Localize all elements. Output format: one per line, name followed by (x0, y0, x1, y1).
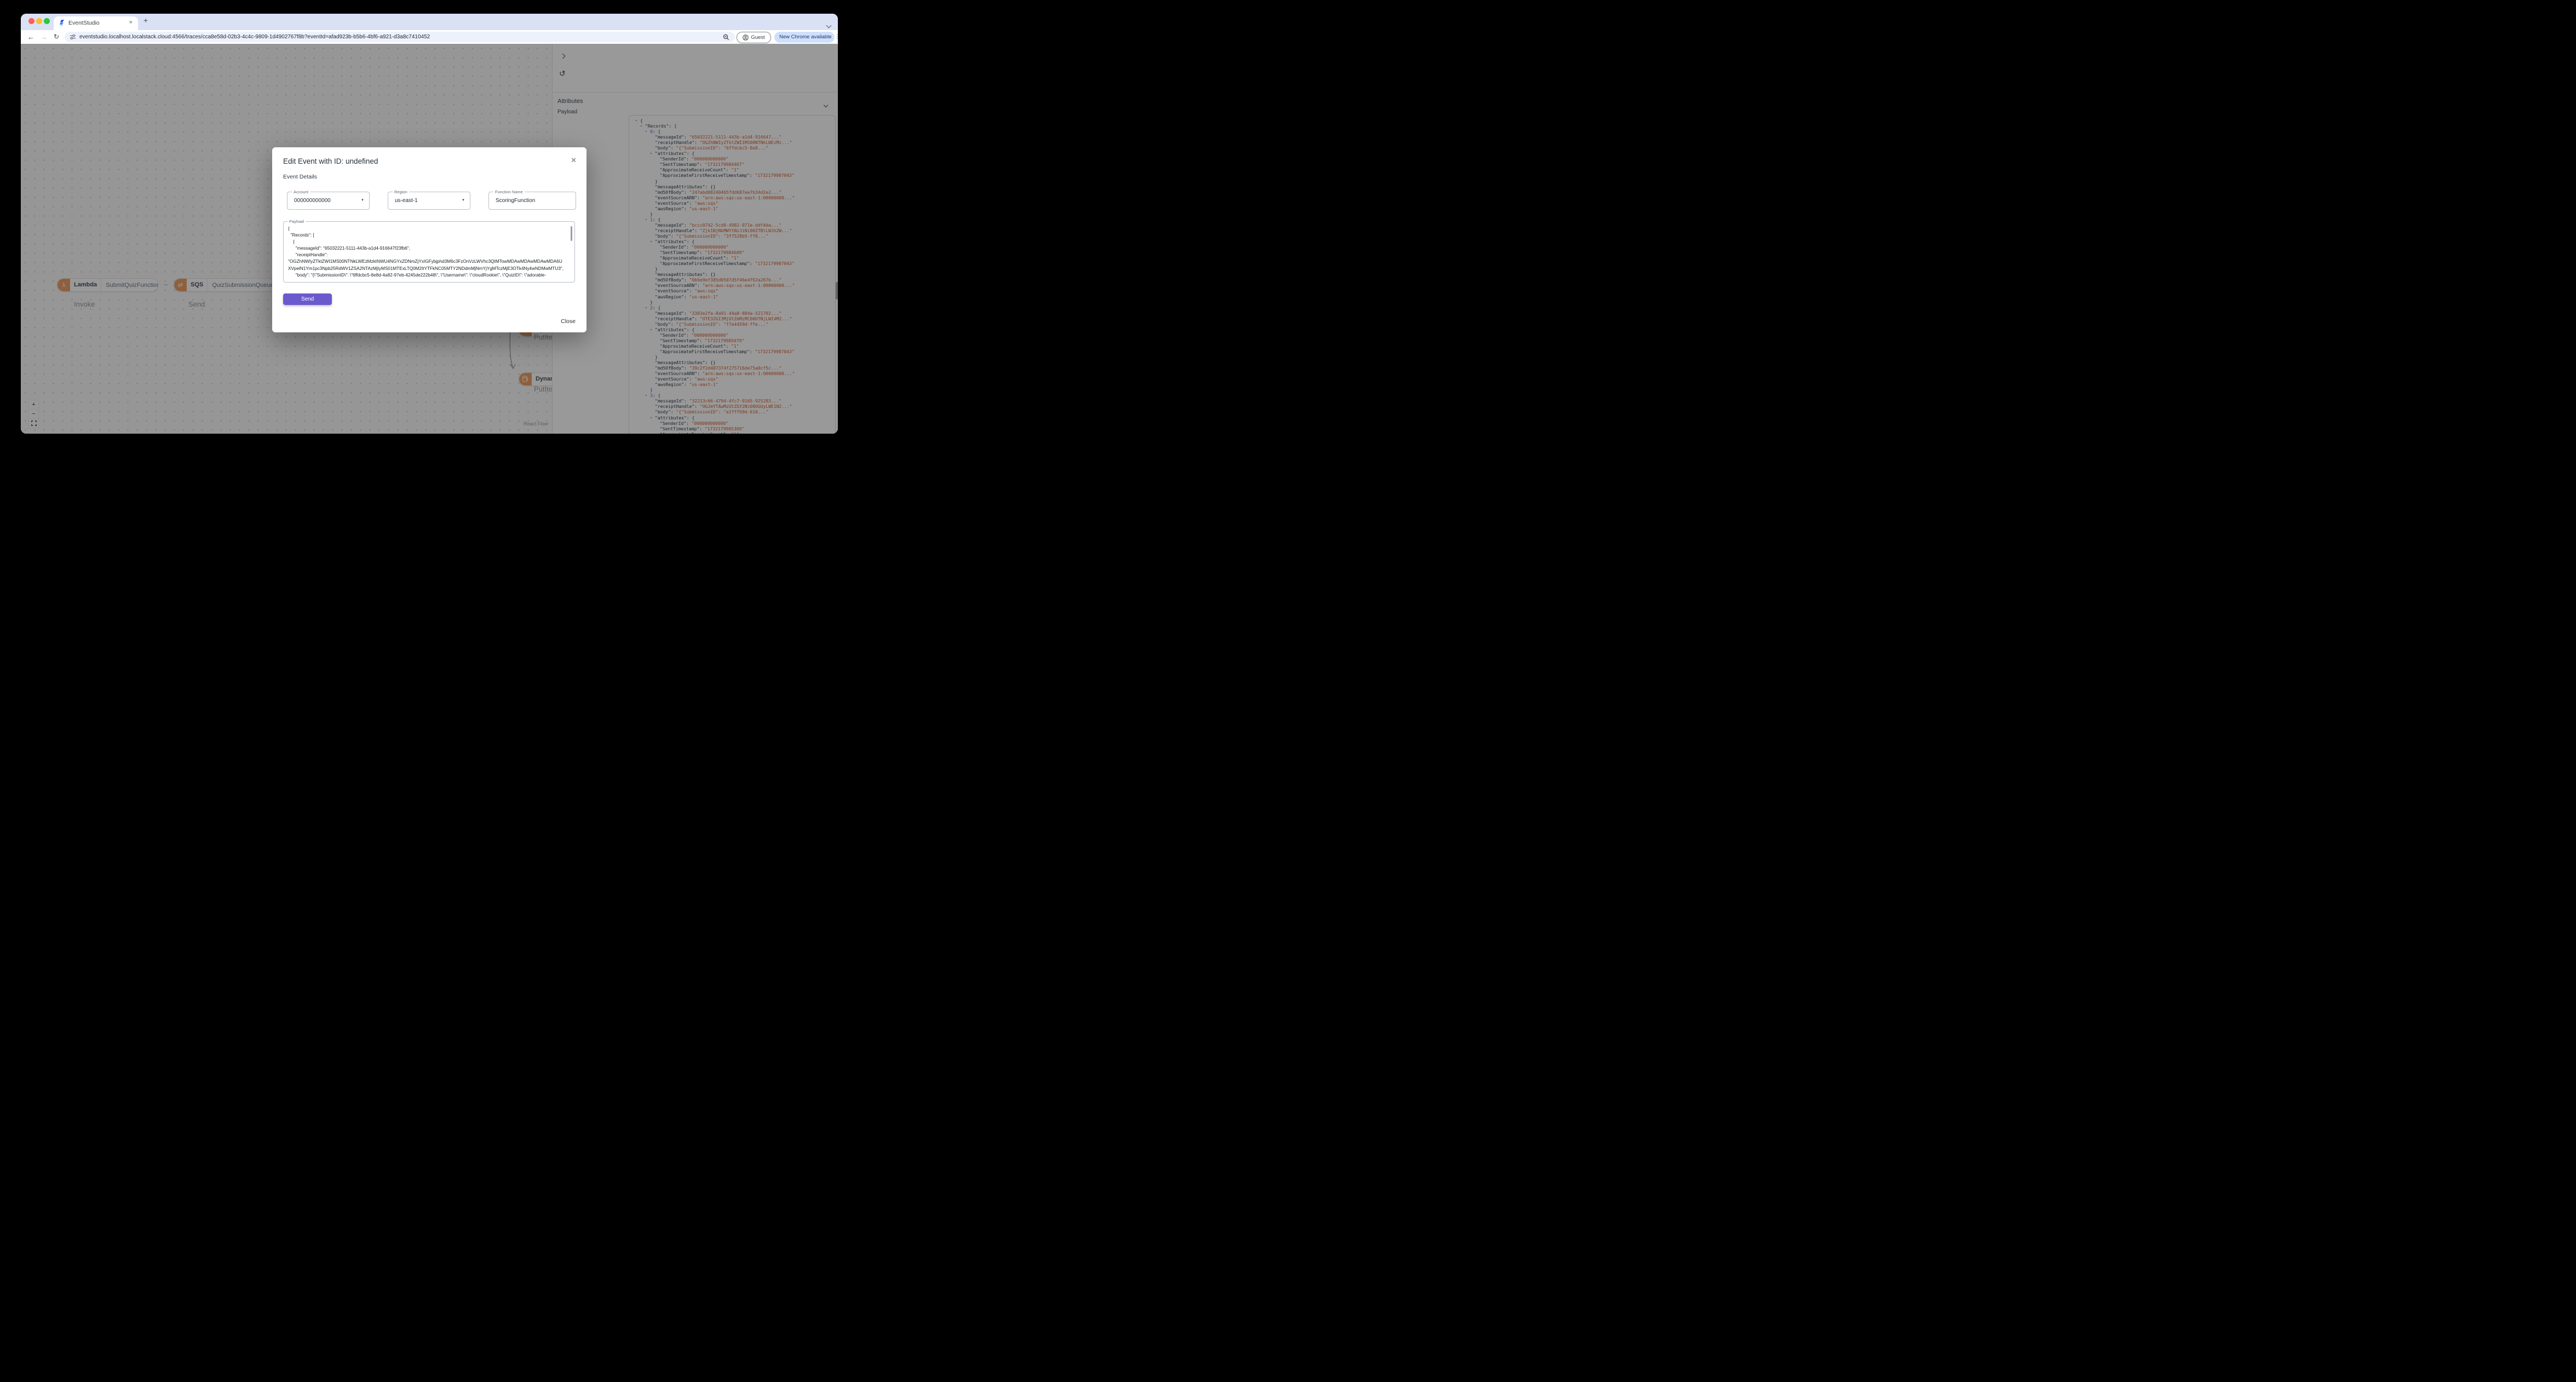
function-name-field[interactable]: Function Name ScoringFunction (488, 189, 576, 210)
dropdown-caret-icon: ▼ (361, 199, 364, 202)
dialog-close-icon[interactable]: ✕ (570, 155, 578, 166)
chrome-update-label: New Chrome available (779, 34, 832, 40)
dropdown-caret-icon: ▼ (462, 199, 465, 202)
close-button[interactable]: Close (561, 318, 576, 325)
zoom-out-indicator-icon[interactable] (723, 34, 729, 41)
macos-close-button[interactable] (28, 18, 34, 24)
macos-minimize-button[interactable] (36, 18, 42, 24)
send-button[interactable]: Send (283, 293, 332, 305)
chrome-update-button[interactable]: New Chrome available ⋮ (774, 31, 838, 43)
tab-title: EventStudio (68, 20, 100, 26)
new-tab-button[interactable]: + (143, 16, 148, 25)
tab-close-icon[interactable]: × (129, 19, 133, 26)
browser-menu-icon[interactable]: ⋮ (835, 34, 838, 40)
site-controls-icon[interactable] (70, 34, 76, 40)
screen: EventStudio × + ← → ↻ eventstudio.localh… (0, 0, 859, 460)
profile-label: Guest (751, 34, 765, 41)
account-select[interactable]: Account 000000000000 ▼ (287, 189, 370, 210)
event-details-heading: Event Details (283, 174, 317, 180)
dialog-title: Edit Event with ID: undefined (283, 157, 378, 165)
region-value: us-east-1 (395, 198, 418, 204)
browser-tab[interactable]: EventStudio × (54, 16, 138, 30)
macos-zoom-button[interactable] (44, 18, 50, 24)
url-text: eventstudio.localhost.localstack.cloud:4… (79, 34, 430, 40)
guest-avatar-icon (743, 34, 749, 41)
reload-button[interactable]: ↻ (54, 30, 59, 44)
edit-event-dialog: Edit Event with ID: undefined ✕ Event De… (272, 147, 586, 332)
back-button[interactable]: ← (27, 30, 34, 44)
address-bar[interactable]: eventstudio.localhost.localstack.cloud:4… (65, 32, 735, 42)
payload-field-label: Payload (288, 219, 306, 224)
browser-window: EventStudio × + ← → ↻ eventstudio.localh… (21, 14, 838, 434)
region-select[interactable]: Region us-east-1 ▼ (388, 189, 470, 210)
forward-button[interactable]: → (41, 30, 48, 44)
function-name-value: ScoringFunction (496, 198, 536, 204)
tab-search-icon[interactable] (826, 20, 832, 30)
payload-scrollbar[interactable] (570, 226, 572, 241)
payload-textarea[interactable]: Payload { "Records": [ { "messageId": "6… (283, 219, 575, 283)
payload-text: { "Records": [ { "messageId": "65032221-… (288, 226, 564, 278)
browser-toolbar: ← → ↻ eventstudio.localhost.localstack.c… (21, 30, 838, 44)
eventstudio-favicon-icon (59, 20, 66, 27)
profile-button[interactable]: Guest (737, 31, 771, 43)
account-value: 000000000000 (294, 198, 331, 204)
tab-strip: EventStudio × + (21, 14, 838, 30)
